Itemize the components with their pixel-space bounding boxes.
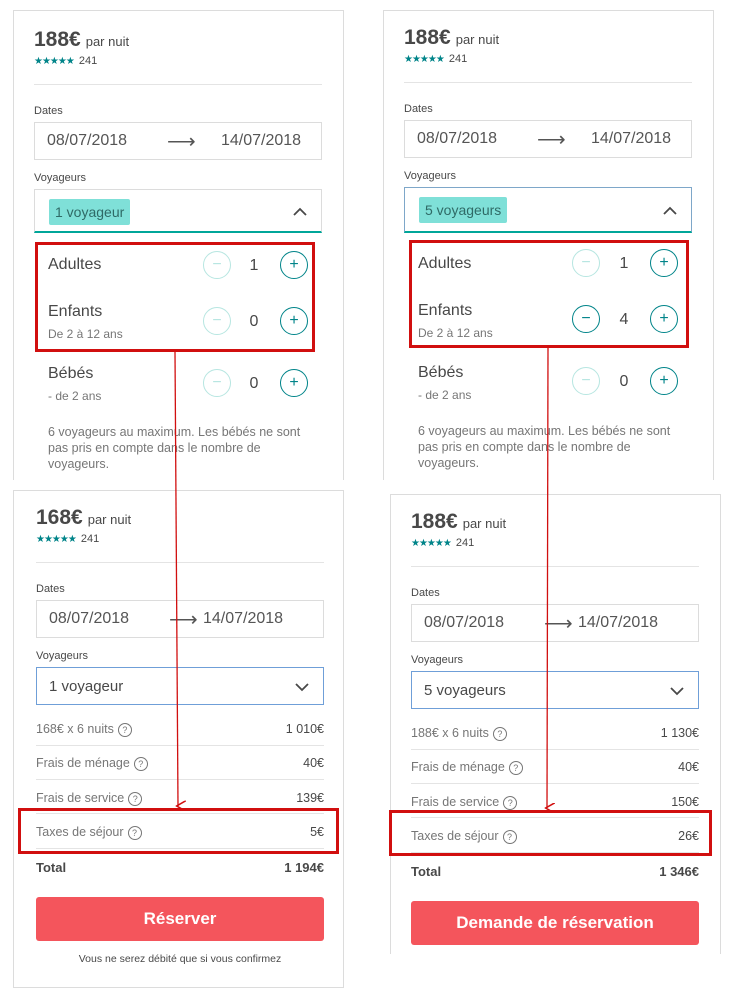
connector-arrows xyxy=(174,347,735,999)
arrow-right-connector xyxy=(547,347,548,808)
arrow-left-connector xyxy=(174,351,178,806)
